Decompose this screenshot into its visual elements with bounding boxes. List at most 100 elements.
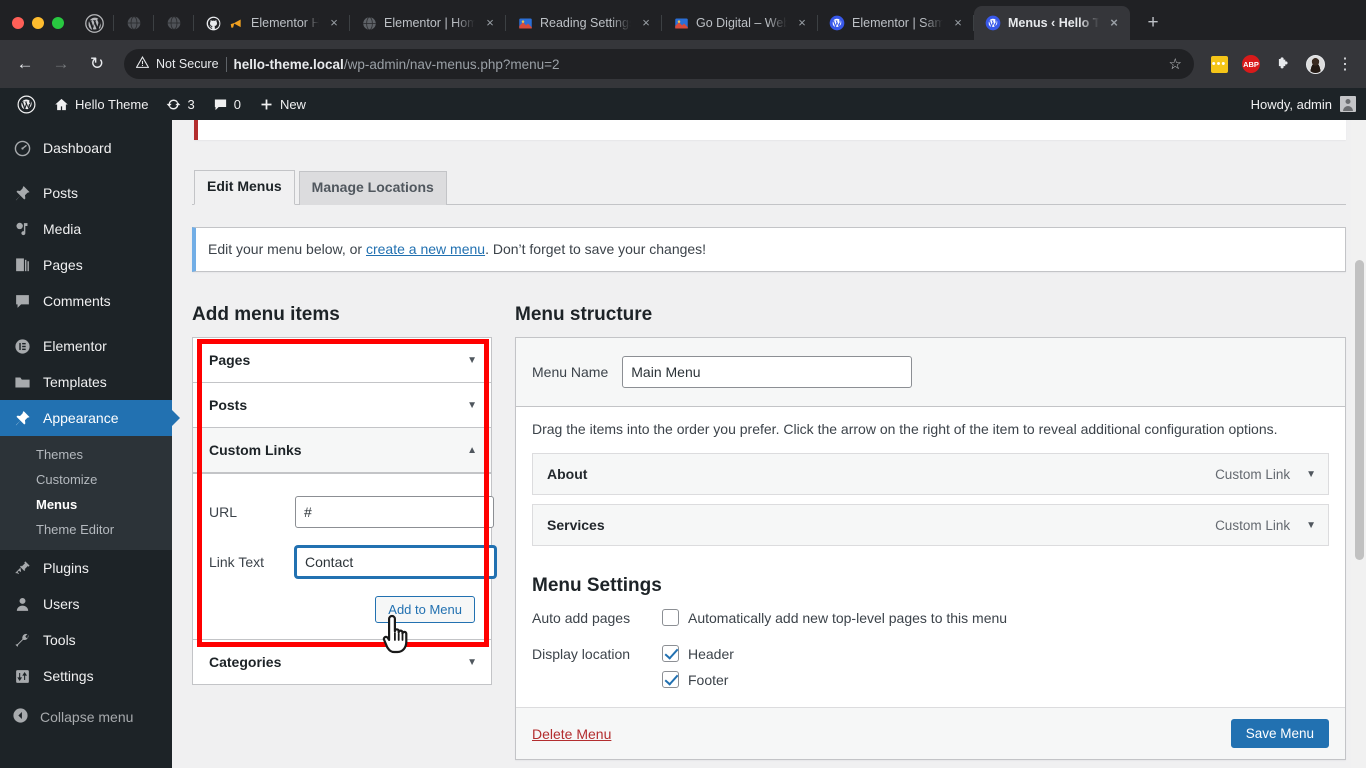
accordion-label: Custom Links bbox=[209, 442, 302, 458]
browser-tab-active[interactable]: Menus ‹ Hello The × bbox=[974, 6, 1130, 40]
tools-icon bbox=[12, 630, 32, 650]
collapse-menu-label: Collapse menu bbox=[40, 709, 134, 725]
menu-item-row[interactable]: About Custom Link ▼ bbox=[532, 453, 1329, 495]
new-tab-button[interactable]: + bbox=[1136, 6, 1170, 40]
elementor-icon bbox=[12, 336, 32, 356]
close-tab-button[interactable]: × bbox=[794, 15, 810, 31]
sidebar-item-tools[interactable]: Tools bbox=[0, 622, 172, 658]
close-tab-button[interactable]: × bbox=[950, 15, 966, 31]
sidebar-item-pages[interactable]: Pages bbox=[0, 247, 172, 283]
pinned-tab-globe-2[interactable] bbox=[154, 6, 194, 40]
comments-menu[interactable]: 0 bbox=[204, 88, 250, 120]
tab-edit-menus[interactable]: Edit Menus bbox=[194, 170, 295, 205]
sidebar-item-label: Comments bbox=[43, 293, 111, 309]
close-tab-button[interactable]: × bbox=[638, 15, 654, 31]
create-new-menu-link[interactable]: create a new menu bbox=[366, 241, 485, 257]
extensions-puzzle-icon[interactable] bbox=[1270, 51, 1296, 77]
sidebar-item-dashboard[interactable]: Dashboard bbox=[0, 130, 172, 166]
wp-content-area: Edit Menus Manage Locations Edit your me… bbox=[172, 120, 1366, 768]
updates-menu[interactable]: 3 bbox=[157, 88, 203, 120]
back-button[interactable]: ← bbox=[8, 47, 42, 81]
location-header-checkbox[interactable] bbox=[662, 645, 679, 662]
sidebar-item-media[interactable]: Media bbox=[0, 211, 172, 247]
sidebar-item-templates[interactable]: Templates bbox=[0, 364, 172, 400]
wp-logo-menu[interactable] bbox=[8, 88, 45, 120]
wp-body: Dashboard Posts Media Pages Comments Ele… bbox=[0, 120, 1366, 768]
sidebar-item-settings[interactable]: Settings bbox=[0, 658, 172, 694]
accordion-categories[interactable]: Categories ▼ bbox=[193, 639, 491, 684]
close-tab-button[interactable]: × bbox=[1106, 15, 1122, 31]
custom-link-actions: Add to Menu bbox=[209, 596, 475, 623]
sidebar-item-appearance[interactable]: Appearance bbox=[0, 400, 172, 436]
location-footer-checkline[interactable]: Footer bbox=[662, 671, 734, 688]
chevron-down-icon: ▼ bbox=[467, 656, 477, 668]
accordion-posts[interactable]: Posts ▼ bbox=[193, 383, 491, 428]
close-window-button[interactable] bbox=[12, 17, 24, 29]
browser-tab[interactable]: Reading Settings ‹ × bbox=[506, 6, 662, 40]
custom-link-text-row: Link Text bbox=[209, 546, 496, 578]
delete-menu-link[interactable]: Delete Menu bbox=[532, 726, 611, 742]
sidebar-item-posts[interactable]: Posts bbox=[0, 175, 172, 211]
sidebar-subitem-themes[interactable]: Themes bbox=[0, 442, 172, 467]
auto-add-pages-checkbox[interactable] bbox=[662, 609, 679, 626]
bookmark-star-icon[interactable]: ☆ bbox=[1159, 55, 1182, 73]
sidebar-subitem-menus[interactable]: Menus bbox=[0, 492, 172, 517]
save-menu-button[interactable]: Save Menu bbox=[1230, 719, 1329, 748]
accordion-custom-links[interactable]: Custom Links ▲ bbox=[193, 428, 491, 473]
minimize-window-button[interactable] bbox=[32, 17, 44, 29]
collapse-menu-button[interactable]: Collapse menu bbox=[0, 700, 172, 734]
sidebar-subitem-theme-editor[interactable]: Theme Editor bbox=[0, 517, 172, 542]
accordion-pages[interactable]: Pages ▼ bbox=[193, 338, 491, 383]
scrollbar-thumb[interactable] bbox=[1355, 260, 1364, 560]
new-content-menu[interactable]: New bbox=[250, 88, 315, 120]
custom-link-url-input[interactable] bbox=[295, 496, 494, 528]
notice-partial-above bbox=[194, 120, 1346, 140]
browser-tab[interactable]: Elementor | Home × bbox=[350, 6, 506, 40]
sidebar-subitem-customize[interactable]: Customize bbox=[0, 467, 172, 492]
sidebar-item-comments[interactable]: Comments bbox=[0, 283, 172, 319]
browser-tab[interactable]: Elementor Hell × bbox=[194, 6, 350, 40]
sidebar-divider bbox=[0, 319, 172, 328]
forward-button[interactable]: → bbox=[44, 47, 78, 81]
custom-link-text-input[interactable] bbox=[295, 546, 496, 578]
pinned-tab-wordpress[interactable] bbox=[74, 6, 114, 40]
browser-tab[interactable]: Go Digital – Webd × bbox=[662, 6, 818, 40]
close-tab-button[interactable]: × bbox=[482, 15, 498, 31]
notes-extension-icon[interactable]: ••• bbox=[1206, 51, 1232, 77]
pinned-tab-globe-1[interactable] bbox=[114, 6, 154, 40]
menu-item-title: About bbox=[547, 466, 588, 482]
close-tab-button[interactable]: × bbox=[326, 15, 342, 31]
address-bar[interactable]: Not Secure hello-theme.local/wp-admin/na… bbox=[124, 49, 1194, 79]
megaphone-icon bbox=[228, 15, 244, 31]
my-account-menu[interactable]: Howdy, admin bbox=[1251, 96, 1366, 112]
reload-button[interactable]: ↻ bbox=[80, 47, 114, 81]
notes-extension-dots: ••• bbox=[1211, 58, 1227, 70]
menu-item-row[interactable]: Services Custom Link ▼ bbox=[532, 504, 1329, 546]
maximize-window-button[interactable] bbox=[52, 17, 64, 29]
chevron-down-icon[interactable]: ▼ bbox=[1306, 469, 1316, 480]
chevron-up-icon: ▲ bbox=[467, 444, 477, 456]
adblock-plus-extension-icon[interactable]: ABP bbox=[1238, 51, 1264, 77]
auto-add-pages-checkline[interactable]: Automatically add new top-level pages to… bbox=[662, 609, 1007, 626]
location-header-checkline[interactable]: Header bbox=[662, 645, 734, 662]
url-path: /wp-admin/nav-menus.php?menu=2 bbox=[343, 56, 560, 72]
wordpress-logo bbox=[17, 95, 36, 113]
profile-avatar-icon[interactable] bbox=[1302, 51, 1328, 77]
sidebar-item-elementor[interactable]: Elementor bbox=[0, 328, 172, 364]
link-text-label: Link Text bbox=[209, 554, 264, 570]
tab-manage-locations[interactable]: Manage Locations bbox=[298, 171, 447, 205]
page-scrollbar[interactable] bbox=[1351, 120, 1366, 768]
browser-tab[interactable]: Elementor | Sampl × bbox=[818, 6, 974, 40]
location-footer-checkbox[interactable] bbox=[662, 671, 679, 688]
site-name-menu[interactable]: Hello Theme bbox=[45, 88, 157, 120]
menu-name-input[interactable] bbox=[622, 356, 913, 388]
sidebar-item-label: Dashboard bbox=[43, 140, 112, 156]
sidebar-item-users[interactable]: Users bbox=[0, 586, 172, 622]
chevron-down-icon[interactable]: ▼ bbox=[1306, 520, 1316, 531]
notice-text-after: . Don’t forget to save your changes! bbox=[485, 241, 707, 257]
pinned-tabs bbox=[74, 0, 194, 40]
browser-menu-button[interactable]: ⋮ bbox=[1332, 54, 1358, 74]
sidebar-item-plugins[interactable]: Plugins bbox=[0, 550, 172, 586]
add-to-menu-button[interactable]: Add to Menu bbox=[375, 596, 475, 623]
sidebar-item-label: Templates bbox=[43, 374, 107, 390]
